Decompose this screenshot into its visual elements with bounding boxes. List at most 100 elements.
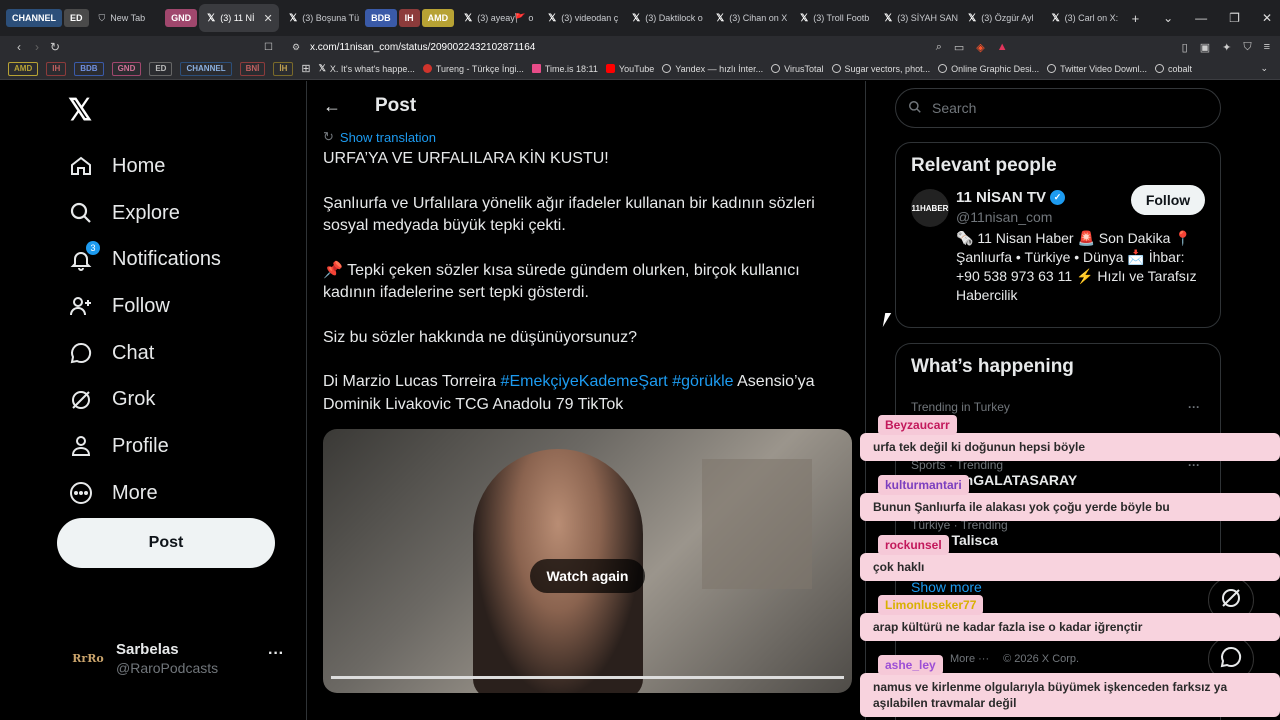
tab[interactable]: 𝕏 (3) Carl on X: [1044,4,1126,32]
bookmark-item[interactable]: VirusTotal [771,64,824,74]
nav-chat[interactable]: Chat [68,330,221,377]
chevron-down-icon[interactable]: ⌄ [1163,11,1173,25]
more-horizontal-icon[interactable]: ··· [268,645,284,663]
url-field[interactable]: x.com/11nisan_com/status/209002243210287… [310,42,535,53]
bookmark-item[interactable]: Tureng - Türkçe İngi... [422,64,524,74]
reload-icon[interactable]: ↻ [46,40,64,54]
nav-grok[interactable]: Grok [68,376,221,423]
extensions-icon[interactable]: ✦ [1222,41,1231,54]
follow-button[interactable]: Follow [1131,185,1205,215]
page-title: Post [375,95,417,116]
tab-group-bdb[interactable]: BDB [365,9,397,27]
site-info-icon[interactable]: ⚙ [292,42,300,53]
tab[interactable]: 𝕏 (3) Daktilock o [624,4,706,32]
bookmark-item[interactable]: cobalt [1155,64,1192,74]
nav-profile[interactable]: Profile [68,423,221,470]
hashtag-link[interactable]: #görükle [672,373,733,390]
hashtag-link[interactable]: #EmekçiyeKademeŞart [501,373,668,390]
video-progress-bar[interactable] [331,676,844,679]
tab-group-amd[interactable]: AMD [421,9,455,27]
tab[interactable]: 𝕏 (3) SİYAH SAN [876,4,958,32]
bookmark-label: Online Graphic Desi... [951,63,1040,74]
nav-more[interactable]: More [68,470,221,517]
bookmark-folder[interactable]: BNİ [239,61,266,76]
nav-notifications[interactable]: 3 Notifications [68,236,221,283]
account-switcher[interactable]: RrRo Sarbelas @RaroPodcasts ··· [68,633,288,683]
wallet-icon[interactable]: ▣ [1200,41,1210,54]
cast-icon[interactable]: ▭ [954,41,964,54]
tab[interactable]: 𝕏 (3) videodan ç [540,4,622,32]
tab[interactable]: 𝕏 (3) Cihan on X [708,4,790,32]
tab-label: (3) SİYAH SAN [897,13,959,23]
video-player[interactable]: Watch again [323,429,852,693]
bookmark-item[interactable]: Time.is 18:11 [531,64,598,74]
tab[interactable]: 𝕏 (3) Troll Footb [792,4,874,32]
zoom-icon[interactable]: ⌕ [936,41,942,54]
tab-label: (3) Boşuna Tü [302,13,360,23]
bookmark-folder[interactable]: GND [111,61,142,76]
bookmark-item[interactable]: Yandex — hızlı İnter... [662,64,763,74]
bookmark-item[interactable]: Twitter Video Downl... [1047,64,1147,74]
minimize-icon[interactable]: — [1195,11,1207,25]
x-icon: 𝕏 [968,12,977,24]
forward-icon[interactable]: › [28,40,46,54]
search-input[interactable]: Search [895,88,1221,128]
bookmark-folder[interactable]: CHANNEL [180,61,232,76]
bookmark-folder[interactable]: ED [149,61,173,76]
chat-text: çok haklı [860,553,1280,581]
tab-group-ih[interactable]: IH [398,9,420,27]
apps-grid-icon[interactable]: ⊞ [301,62,310,75]
nav-label: More [112,481,158,504]
tab[interactable]: 𝕏 (3) Özgür Ayl [960,4,1041,32]
bookmark-folder[interactable]: AMD [8,61,39,76]
new-tab-plus-icon[interactable]: + [1132,11,1140,26]
bookmark-item[interactable]: 𝕏 X. It's what's happe... [319,63,415,74]
nav-label: Profile [112,434,169,457]
home-icon [68,153,94,179]
brave-rewards-icon[interactable]: ▲ [997,41,1008,53]
globe-icon [1155,64,1164,73]
tab[interactable]: 𝕏 (3) ayeay🚩 o [456,4,538,32]
tab-active[interactable]: 𝕏 (3) 11 Nİ ✕ [199,4,280,32]
bookmarks-menu-icon[interactable]: ⌄ [1260,63,1268,74]
bookmark-item[interactable]: YouTube [605,64,654,74]
back-icon[interactable]: ‹ [10,40,28,54]
post-button[interactable]: Post [57,518,275,568]
nav-home[interactable]: Home [68,143,221,190]
watch-again-button[interactable]: Watch again [530,559,645,593]
menu-icon[interactable]: ≡ [1264,41,1270,53]
tab-group-channel[interactable]: CHANNEL [6,9,62,27]
translate-icon: ↻ [323,129,334,144]
sidebar-toggle-icon[interactable]: ▯ [1182,41,1188,54]
back-arrow-icon[interactable]: ← [323,96,359,117]
tab-label: (3) Carl on X: [1064,13,1119,23]
nav-explore[interactable]: Explore [68,190,221,237]
vpn-icon[interactable]: ⛉ [1243,41,1251,54]
nav-label: Home [112,154,166,177]
show-translation-link[interactable]: ↻ Show translation [323,129,436,145]
x-logo[interactable]: 𝕏 [68,93,92,128]
tab-group-gnd[interactable]: GND [165,9,198,27]
bookmark-folder[interactable]: IH [46,61,67,76]
close-window-icon[interactable]: ✕ [1262,11,1272,25]
close-icon[interactable]: ✕ [264,12,273,25]
restore-icon[interactable]: ❐ [1229,11,1240,25]
bookmark-folder[interactable]: BDB [74,61,104,76]
bookmark-icon[interactable]: ☐ [264,42,273,53]
avatar[interactable]: 11HABER [911,189,949,227]
account-name: Sarbelas [116,640,179,658]
tab-group-ed[interactable]: ED [64,9,89,27]
bookmark-item[interactable]: Sugar vectors, phot... [831,64,930,74]
bell-icon: 3 [68,240,100,273]
address-bar: ‹ › ↻ ☐ ⚙ x.com/11nisan_com/status/20900… [0,36,1280,58]
tab-new-tab[interactable]: ⛉ New Tab [91,4,154,32]
search-placeholder: Search [932,100,977,116]
bookmark-folder[interactable]: İH [273,61,294,76]
nav-follow[interactable]: Follow [68,283,221,330]
avatar: RrRo [72,651,104,665]
tab[interactable]: 𝕏 (3) Boşuna Tü [281,4,363,32]
bookmark-item[interactable]: Online Graphic Desi... [938,64,1039,74]
brave-shield-icon[interactable]: ◈ [976,41,984,54]
relevant-person[interactable]: 11HABER 11 NİSAN TV ✓ @11nisan_com 🗞️ 11 … [896,185,1220,319]
more-horizontal-icon[interactable]: ··· [1188,400,1200,414]
